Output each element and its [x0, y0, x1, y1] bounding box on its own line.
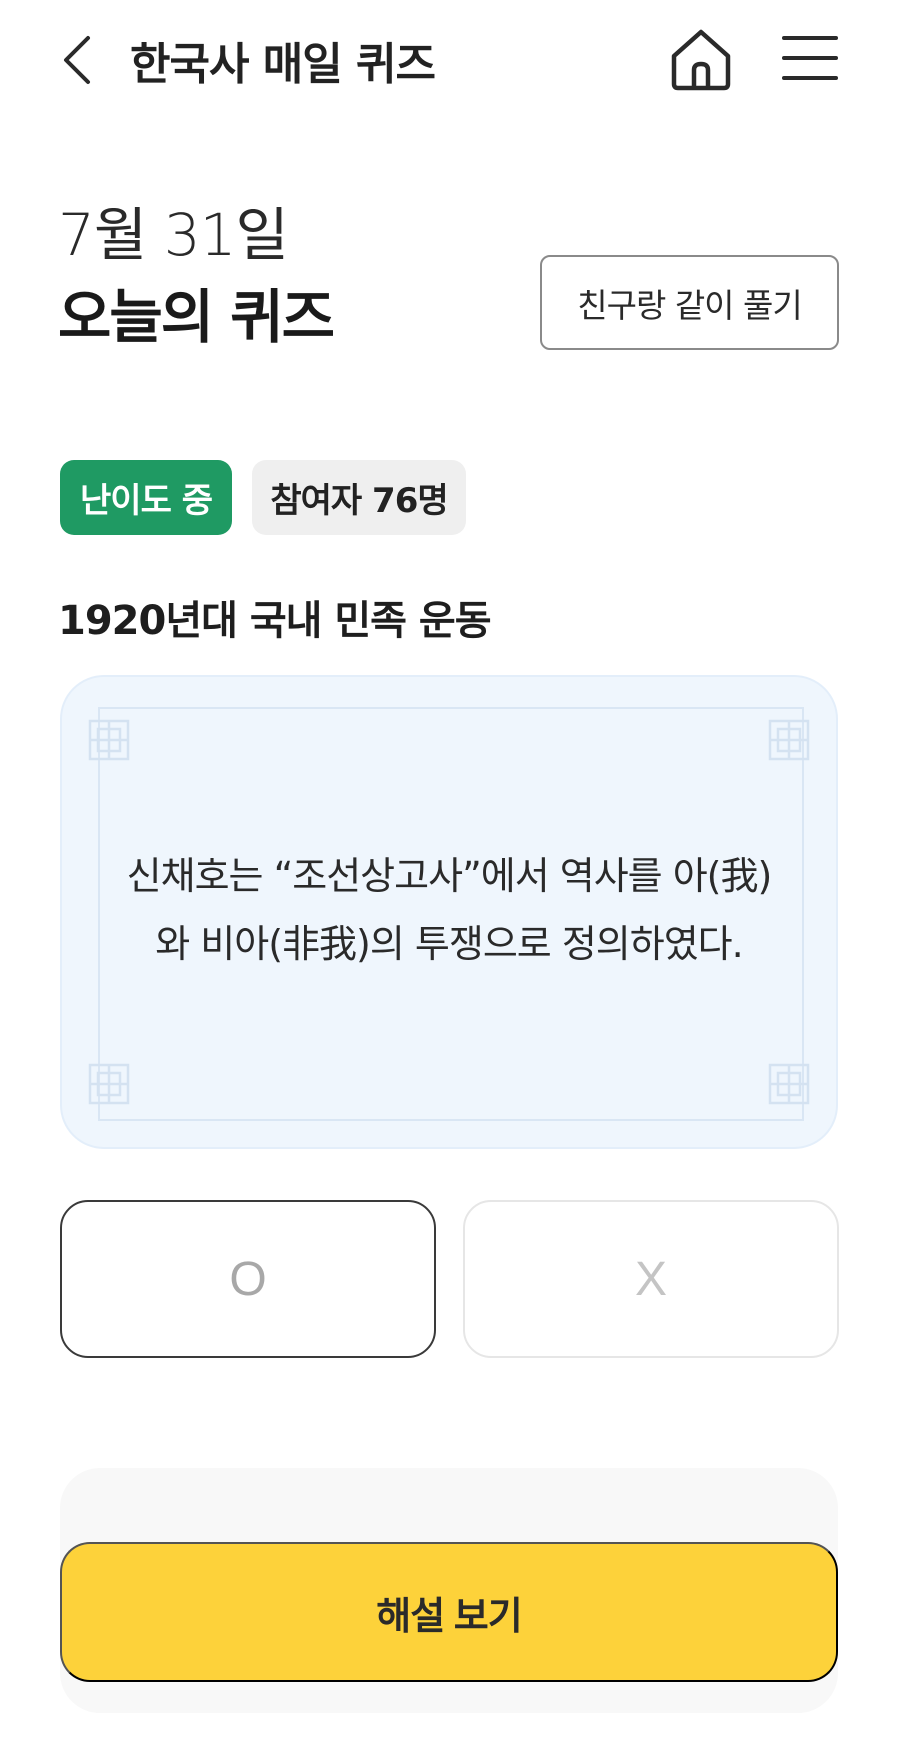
solve-with-friend-button[interactable]: 친구랑 같이 풀기 [540, 255, 839, 350]
home-button[interactable] [668, 26, 734, 92]
page-title: 오늘의 퀴즈 [58, 283, 335, 351]
hamburger-menu-icon [782, 36, 838, 80]
app-header: 한국사 매일 퀴즈 [0, 0, 900, 120]
answer-o-button[interactable]: O [60, 1200, 436, 1358]
header-title: 한국사 매일 퀴즈 [130, 39, 436, 90]
corner-ornament-icon [88, 719, 130, 761]
answer-x-button[interactable]: X [463, 1200, 839, 1358]
question-card: 신채호는 “조선상고사”에서 역사를 아(我) 와 비아(非我)의 투쟁으로 정… [60, 675, 838, 1149]
quiz-topic: 1920년대 국내 민족 운동 [58, 598, 492, 644]
corner-ornament-icon [768, 1063, 810, 1105]
question-line-1: 신채호는 “조선상고사”에서 역사를 아(我) [126, 854, 773, 898]
corner-ornament-icon [88, 1063, 130, 1105]
question-text: 신채호는 “조선상고사”에서 역사를 아(我) 와 비아(非我)의 투쟁으로 정… [122, 842, 776, 978]
view-explanation-button[interactable]: 해설 보기 [60, 1542, 838, 1682]
quiz-date: 7월 31일 [58, 201, 289, 269]
home-icon [671, 29, 731, 91]
chevron-left-icon [64, 36, 90, 84]
participants-badge: 참여자 76명 [252, 460, 466, 535]
back-button[interactable] [56, 30, 100, 90]
question-line-2: 와 비아(非我)의 투쟁으로 정의하였다. [155, 922, 743, 966]
menu-button[interactable] [782, 30, 838, 86]
difficulty-badge: 난이도 중 [60, 460, 232, 535]
quiz-page: 한국사 매일 퀴즈 7월 31일 오늘의 퀴즈 친구랑 같이 풀기 난이도 중 … [0, 0, 900, 1742]
corner-ornament-icon [768, 719, 810, 761]
